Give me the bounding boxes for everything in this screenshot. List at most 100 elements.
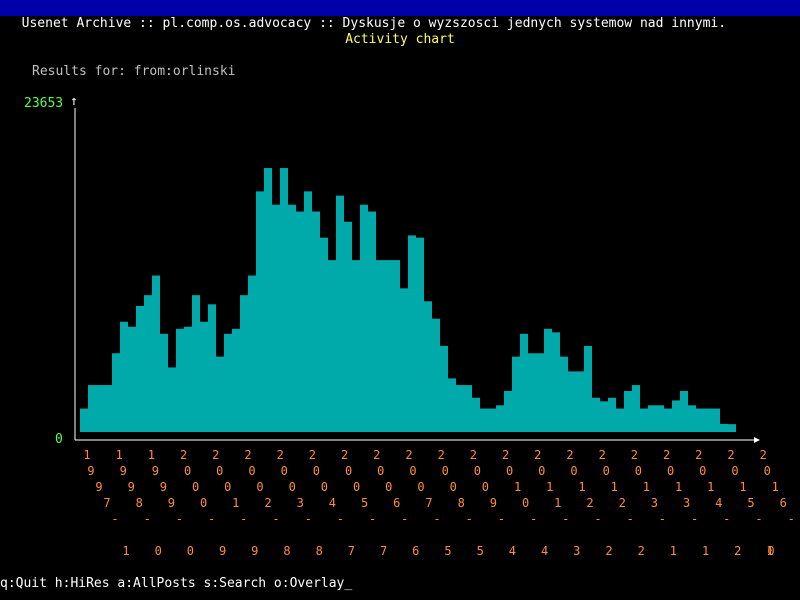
x-tick-char: 1 <box>546 480 553 494</box>
x-tick-char: 2 <box>760 448 767 462</box>
x-tick-char: 0 <box>506 464 513 478</box>
x-tick-char: 0 <box>216 464 223 478</box>
all-posts-bar <box>168 367 176 432</box>
all-posts-bar <box>552 332 560 432</box>
x-tick-char: 2 <box>180 448 187 462</box>
x-tick-char: 4 <box>715 496 722 510</box>
x-tick-char: - <box>401 512 408 526</box>
x-tick-char: 5 <box>444 544 451 558</box>
x-tick-char: - <box>691 512 698 526</box>
x-tick-char: 3 <box>683 496 690 510</box>
all-posts-bar <box>320 237 328 432</box>
x-tick-char: 2 <box>373 448 380 462</box>
x-tick-char: 0 <box>200 496 207 510</box>
x-tick-char: 5 <box>361 496 368 510</box>
all-posts-bar <box>360 204 368 432</box>
x-tick-char: 1 <box>675 480 682 494</box>
x-tick-char: 9 <box>168 496 175 510</box>
all-posts-bar <box>152 275 160 432</box>
x-tick-char: 4 <box>509 544 516 558</box>
x-tick-char: 8 <box>316 544 323 558</box>
x-tick-char: 0 <box>256 480 263 494</box>
all-posts-bar <box>208 304 216 432</box>
x-tick-char: 2 <box>586 496 593 510</box>
all-posts-bar <box>280 168 288 433</box>
x-tick-char: - <box>594 512 601 526</box>
all-posts-bar <box>592 397 600 432</box>
x-tick-char: 0 <box>417 480 424 494</box>
all-posts-bar <box>128 326 136 432</box>
x-tick-char: 0 <box>570 464 577 478</box>
x-tick-char: 1 <box>670 544 677 558</box>
all-posts-bar <box>544 328 552 432</box>
x-tick-char: 9 <box>120 464 127 478</box>
all-posts-bar <box>328 260 336 432</box>
x-tick-char: 8 <box>458 496 465 510</box>
x-tick-char: - <box>305 512 312 526</box>
all-posts-bar <box>504 390 512 432</box>
x-tick-char: 0 <box>192 480 199 494</box>
x-tick-char: 7 <box>380 544 387 558</box>
command-bar[interactable]: q:Quit h:HiRes a:AllPosts s:Search o:Ove… <box>0 576 352 592</box>
x-tick-char: 2 <box>309 448 316 462</box>
all-posts-bar <box>408 235 416 432</box>
x-tick-label: 0 <box>767 544 774 558</box>
x-tick-char: 0 <box>155 544 162 558</box>
x-tick-char: - <box>272 512 279 526</box>
all-posts-bar <box>232 328 240 432</box>
x-tick-char: 0 <box>442 464 449 478</box>
all-posts-bar <box>136 305 144 432</box>
x-tick-char: 6 <box>780 496 787 510</box>
x-tick-char: 1 <box>643 480 650 494</box>
all-posts-bar <box>352 260 360 432</box>
all-posts-bar <box>696 408 704 432</box>
all-posts-bar <box>312 211 320 432</box>
x-tick-char: 1 <box>578 480 585 494</box>
x-tick-char: 2 <box>619 496 626 510</box>
x-tick-char: - <box>723 512 730 526</box>
all-posts-bar <box>368 211 376 432</box>
x-tick-char: 0 <box>184 464 191 478</box>
x-tick-char: - <box>369 512 376 526</box>
x-tick-label: 2016-1 <box>760 448 800 558</box>
all-posts-bar <box>672 400 680 432</box>
x-tick-char: 2 <box>277 448 284 462</box>
all-posts-bar <box>264 168 272 433</box>
all-posts-bar <box>728 424 736 432</box>
x-tick-char: - <box>337 512 344 526</box>
x-tick-char: 6 <box>393 496 400 510</box>
x-tick-char: 1 <box>611 480 618 494</box>
x-tick-char: 0 <box>538 464 545 478</box>
all-posts-bar <box>192 295 200 432</box>
x-tick-char: 0 <box>187 544 194 558</box>
x-tick-char: 9 <box>128 480 135 494</box>
x-tick-char: 0 <box>474 464 481 478</box>
x-tick-char: 0 <box>353 480 360 494</box>
x-tick-char: - <box>176 512 183 526</box>
x-tick-char: 0 <box>409 464 416 478</box>
all-posts-bar <box>272 204 280 432</box>
all-posts-bar <box>344 221 352 432</box>
all-posts-bar <box>528 353 536 432</box>
x-tick-char: 8 <box>283 544 290 558</box>
x-tick-char: 0 <box>522 496 529 510</box>
x-tick-char: 1 <box>772 480 779 494</box>
x-tick-char: 0 <box>482 480 489 494</box>
x-tick-char: 2 <box>734 544 741 558</box>
x-tick-char: 0 <box>699 464 706 478</box>
all-posts-bar <box>160 333 168 432</box>
all-posts-bar <box>224 333 232 432</box>
all-posts-bar <box>624 390 632 432</box>
all-posts-bar <box>400 288 408 432</box>
x-tick-char: 9 <box>152 464 159 478</box>
x-tick-char: - <box>562 512 569 526</box>
all-posts-bar <box>632 385 640 432</box>
all-posts-bar <box>584 345 592 432</box>
x-tick-char: - <box>498 512 505 526</box>
all-posts-bar <box>120 321 128 432</box>
x-tick-char: 0 <box>248 464 255 478</box>
x-tick-char: 0 <box>603 464 610 478</box>
x-tick-char: 2 <box>341 448 348 462</box>
all-posts-bar <box>664 408 672 432</box>
x-tick-char: - <box>111 512 118 526</box>
